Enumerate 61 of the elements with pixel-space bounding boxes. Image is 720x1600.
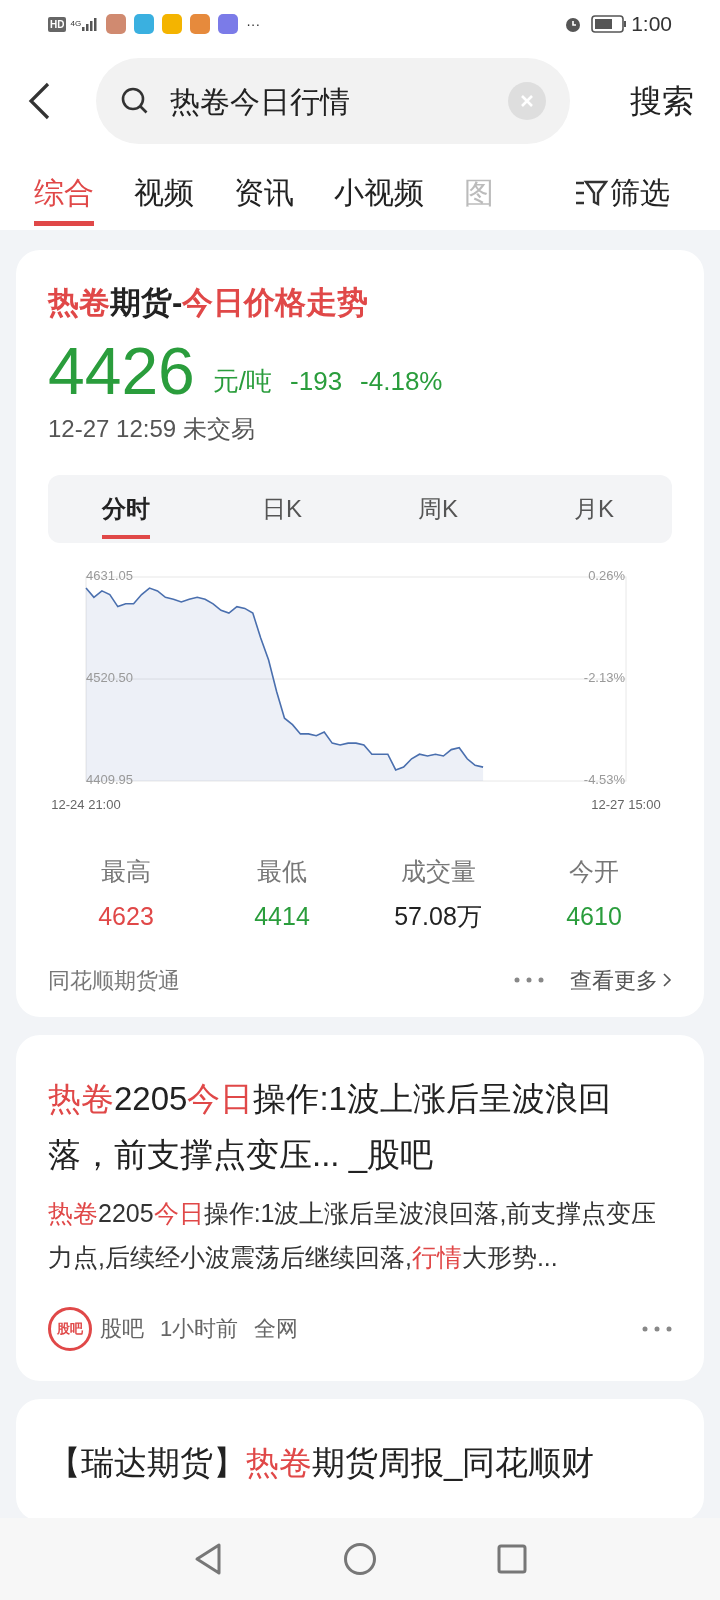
axis-label: -2.13% — [583, 669, 625, 685]
stat-label: 最低 — [257, 855, 307, 887]
stat-label: 成交量 — [400, 855, 476, 887]
category-tab[interactable]: 视频 — [134, 170, 194, 226]
view-more-link[interactable]: 查看更多 — [570, 963, 672, 997]
card-title: 热卷期货-今日价格走势 — [48, 284, 370, 322]
period-tab[interactable]: 分时 — [48, 474, 204, 543]
more-notifications: ··· — [246, 14, 261, 34]
more-icon[interactable] — [642, 1325, 672, 1332]
home-nav-icon[interactable] — [343, 1542, 377, 1576]
period-tab[interactable]: 月K — [516, 474, 672, 543]
chevron-right-icon — [662, 972, 672, 988]
period-tab[interactable]: 周K — [360, 474, 516, 543]
stat-value: 57.08万 — [394, 901, 482, 932]
search-button[interactable]: 搜索 — [630, 77, 694, 125]
axis-label: 12-24 21:00 — [51, 796, 121, 812]
category-tab[interactable]: 小视频 — [334, 170, 424, 226]
more-icon[interactable] — [514, 977, 544, 983]
stat-value: 4610 — [566, 901, 622, 932]
article-card[interactable]: 热卷2205今日操作:1波上涨后呈波浪回落，前支撑点变压... _股吧 热卷2205今日操作:1波上涨后呈波浪回落,前支撑点变压力点,后续经小波震荡后继续回落,行情大形势... 股吧 股吧 1小时前 全网 — [16, 1034, 704, 1381]
source-label: 同花顺期货通 — [48, 966, 180, 995]
search-icon — [120, 86, 150, 116]
axis-label: 12-27 15:00 — [591, 796, 661, 812]
axis-label: 0.26% — [588, 567, 625, 583]
article-snippet: 热卷2205今日操作:1波上涨后呈波浪回落,前支撑点变压力点,后续经小波震荡后继续回落,行情大形势... — [48, 1197, 658, 1273]
search-text: 热卷今日行情 — [170, 83, 351, 120]
battery-icon — [591, 15, 628, 33]
percent-change: -4.18% — [360, 364, 443, 398]
price-unit: 元/吨 — [212, 364, 273, 398]
axis-label: 4409.95 — [86, 771, 133, 787]
quote-time: 12-27 12:59 未交易 — [48, 413, 256, 444]
article-scope: 全网 — [254, 1315, 299, 1343]
app-icon — [162, 14, 183, 34]
app-icon — [134, 14, 155, 34]
stat-label: 最高 — [101, 855, 151, 887]
article-time: 1小时前 — [160, 1315, 239, 1343]
price-change: -193 — [290, 364, 343, 398]
article-title: 热卷2205今日操作:1波上涨后呈波浪回落，前支撑点变压... _股吧 — [48, 1078, 612, 1175]
stat-value: 4414 — [254, 901, 310, 932]
source-logo: 股吧 — [48, 1306, 92, 1351]
article-title: 【瑞达期货】热卷期货周报_同花顺财 — [48, 1442, 596, 1483]
signal-icon — [82, 17, 99, 31]
hd-indicator: HD — [48, 16, 67, 32]
article-source: 股吧 — [100, 1315, 144, 1343]
axis-label: 4520.50 — [86, 669, 133, 685]
axis-label: -4.53% — [583, 771, 625, 787]
category-tab[interactable]: 资讯 — [234, 170, 294, 226]
app-icon — [190, 14, 211, 34]
app-icon — [106, 14, 127, 34]
price: 4426 — [48, 334, 195, 407]
search-field[interactable]: 热卷今日行情 — [96, 58, 570, 144]
clock: 1:00 — [631, 11, 672, 38]
stat-value: 4623 — [98, 901, 154, 932]
app-icon — [218, 14, 239, 34]
stat-label: 今开 — [569, 855, 619, 887]
axis-label: 4631.05 — [86, 567, 133, 583]
network-label: 4G — [70, 20, 82, 28]
period-tab[interactable]: 日K — [204, 474, 360, 543]
recents-nav-icon[interactable] — [497, 1544, 527, 1574]
back-nav-icon[interactable] — [193, 1542, 223, 1576]
article-card[interactable]: 【瑞达期货】热卷期货周报_同花顺财 — [16, 1398, 704, 1518]
